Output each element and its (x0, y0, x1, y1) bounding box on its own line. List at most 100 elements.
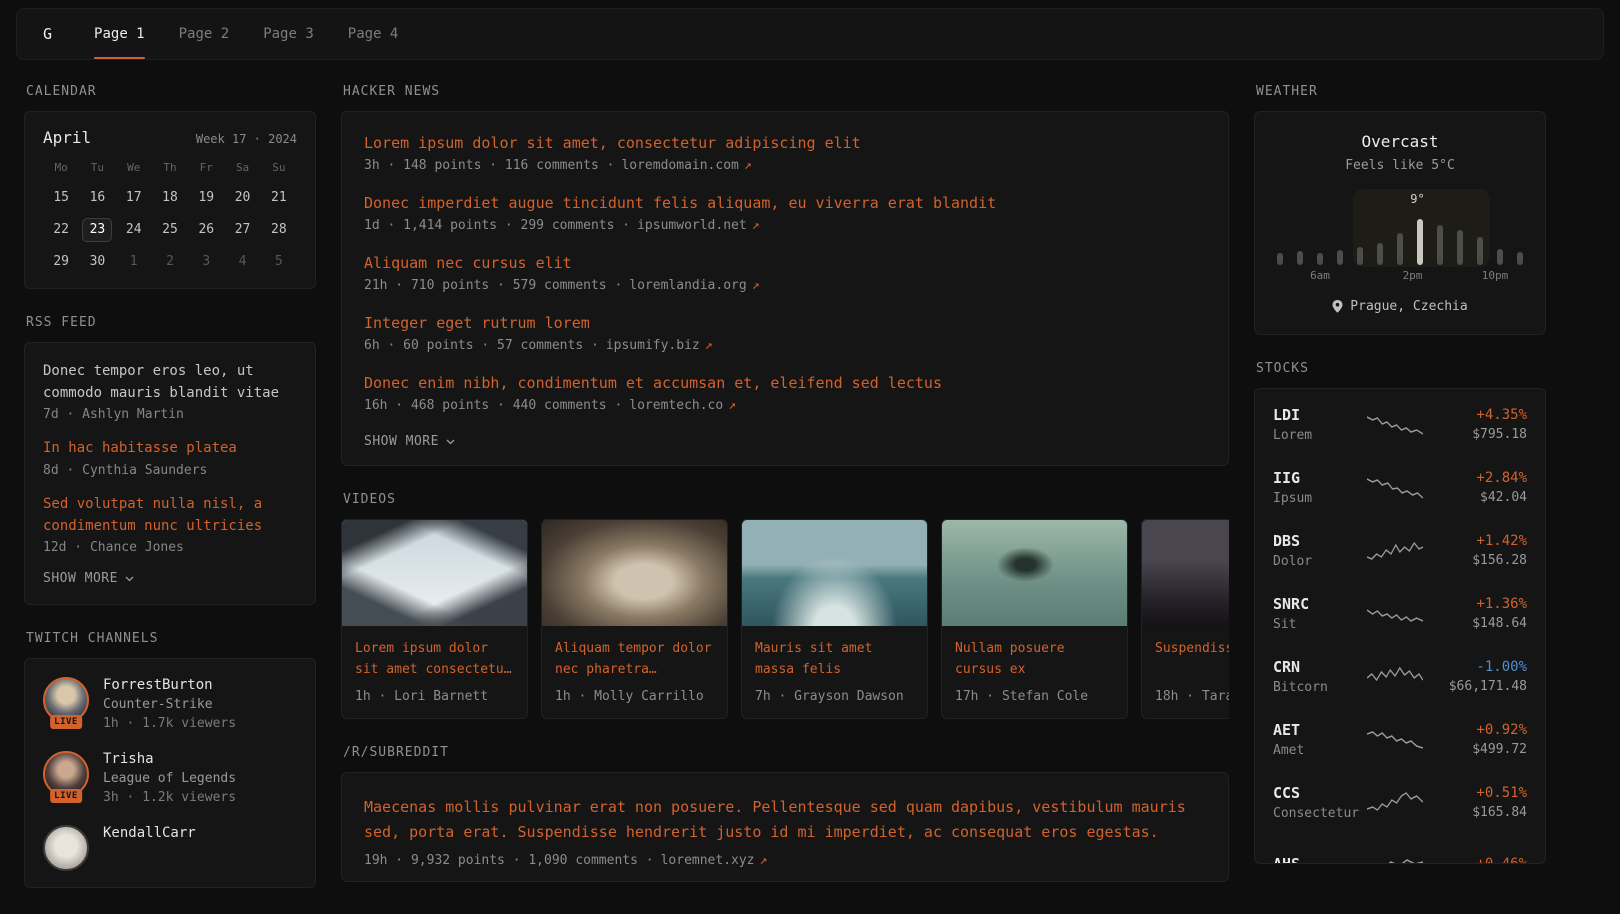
channel-avatar-wrap: LIVE (43, 677, 89, 723)
stock-row[interactable]: AHS +0.46% (1273, 834, 1527, 864)
stock-row[interactable]: CCS Consectetur +0.51% $165.84 (1273, 771, 1527, 834)
weather-time-label: 2pm (1403, 269, 1423, 282)
hackernews-widget: Lorem ipsum dolor sit amet, consectetur … (341, 111, 1229, 466)
rss-item: Sed volutpat nulla nisl, a condimentum n… (43, 494, 297, 555)
dashboard: CALENDAR April Week 17 · 2024 Mo Tu We T… (0, 60, 1620, 914)
external-link-icon: ↗ (752, 218, 760, 233)
channel-avatar-wrap (43, 825, 89, 871)
video-meta: 1h · Molly Carrillo (555, 689, 714, 704)
hn-story-meta: 21h · 710 points · 579 comments ·loremla… (364, 278, 1206, 293)
tab-page-1[interactable]: Page 1 (94, 9, 145, 59)
calendar-header: April Week 17 · 2024 (43, 128, 297, 147)
stock-price: $156.28 (1431, 553, 1527, 568)
stock-sparkline (1367, 663, 1423, 691)
video-card[interactable]: Mauris sit amet massa felis 7h · Grayson… (741, 519, 928, 719)
hn-story-link[interactable]: Lorem ipsum dolor sit amet, consectetur … (364, 134, 1206, 152)
hn-domain-link[interactable]: loremdomain.com↗ (621, 158, 751, 173)
reddit-domain-link[interactable]: loremnet.xyz↗ (661, 853, 768, 868)
calendar-day: 25 (152, 218, 188, 242)
calendar-widget: April Week 17 · 2024 Mo Tu We Th Fr Sa S… (24, 111, 316, 289)
twitch-channel[interactable]: KendallCarr (43, 825, 297, 871)
stock-id: LDI Lorem (1273, 406, 1359, 443)
weather-bar (1477, 237, 1483, 265)
calendar-day-number: 22 (46, 219, 76, 243)
video-card[interactable]: Lorem ipsum dolor sit amet consectetu… 1… (341, 519, 528, 719)
reddit-domain: loremnet.xyz (661, 853, 755, 868)
stock-name: Amet (1273, 743, 1359, 758)
hn-domain: loremlandia.org (629, 278, 746, 293)
calendar-day-number: 25 (155, 219, 185, 243)
stock-ticker: CCS (1273, 784, 1359, 802)
weather-condition: Overcast (1275, 132, 1525, 151)
hn-story-link[interactable]: Aliquam nec cursus elit (364, 254, 1206, 272)
hn-story-link[interactable]: Donec imperdiet augue tincidunt felis al… (364, 194, 1206, 212)
twitch-section: TWITCH CHANNELS LIVE ForrestBurton Count… (24, 631, 316, 888)
stock-row[interactable]: SNRC Sit +1.36% $148.64 (1273, 582, 1527, 645)
left-column: CALENDAR April Week 17 · 2024 Mo Tu We T… (24, 84, 316, 914)
calendar-day-number: 21 (264, 187, 294, 211)
calendar-day-number: 26 (191, 219, 221, 243)
twitch-channel[interactable]: LIVE ForrestBurton Counter-Strike 1h · 1… (43, 677, 297, 731)
rss-show-more-button[interactable]: SHOW MORE (43, 571, 297, 586)
stock-ticker: SNRC (1273, 595, 1359, 613)
section-title-videos: VIDEOS (343, 492, 1227, 507)
weather-bar (1337, 250, 1343, 265)
video-thumbnail (542, 520, 727, 626)
stock-row[interactable]: CRN Bitcorn -1.00% $66,171.48 (1273, 645, 1527, 708)
calendar-day-number: 19 (191, 187, 221, 211)
weather-chart: 9° 6am 2pm 10pm (1275, 191, 1525, 283)
hn-story-link[interactable]: Integer eget rutrum lorem (364, 314, 1206, 332)
stocks-section: STOCKS LDI Lorem +4.35% $795.18 IIG (1254, 361, 1546, 864)
video-card[interactable]: Aliquam tempor dolor nec pharetra… 1h · … (541, 519, 728, 719)
rss-item: In hac habitasse platea 8d · Cynthia Sau… (43, 438, 297, 478)
twitch-widget: LIVE ForrestBurton Counter-Strike 1h · 1… (24, 658, 316, 888)
stock-row[interactable]: AET Amet +0.92% $499.72 (1273, 708, 1527, 771)
tab-page-4[interactable]: Page 4 (348, 9, 399, 59)
video-card[interactable]: Suspendisse diam 18h · Tara (1141, 519, 1229, 719)
hn-domain: ipsumify.biz (606, 338, 700, 353)
calendar-day-number: 3 (191, 251, 221, 275)
rss-item-link[interactable]: Donec tempor eros leo, ut commodo mauris… (43, 361, 297, 404)
hn-story-meta: 6h · 60 points · 57 comments ·ipsumify.b… (364, 338, 1206, 353)
video-thumbnail (742, 520, 927, 626)
stock-values: +1.36% $148.64 (1431, 596, 1527, 631)
tab-page-2[interactable]: Page 2 (179, 9, 230, 59)
video-card[interactable]: Nullam posuere cursus ex 17h · Stefan Co… (941, 519, 1128, 719)
weather-bar (1377, 243, 1383, 265)
weather-time-axis: 6am 2pm 10pm (1275, 269, 1525, 283)
stock-change: +1.36% (1431, 596, 1527, 612)
stock-row[interactable]: LDI Lorem +4.35% $795.18 (1273, 393, 1527, 456)
rss-item-link[interactable]: Sed volutpat nulla nisl, a condimentum n… (43, 494, 297, 537)
twitch-channel[interactable]: LIVE Trisha League of Legends 3h · 1.2k … (43, 751, 297, 805)
tab-page-3[interactable]: Page 3 (263, 9, 314, 59)
hn-story: Integer eget rutrum lorem 6h · 60 points… (364, 314, 1206, 353)
calendar-day-number: 16 (82, 187, 112, 211)
stock-sparkline (1367, 852, 1423, 865)
subreddit-widget: Maecenas mollis pulvinar erat non posuer… (341, 772, 1229, 882)
rss-item-link[interactable]: In hac habitasse platea (43, 438, 297, 460)
channel-viewers: 3h · 1.2k viewers (103, 790, 236, 805)
stock-row[interactable]: IIG Ipsum +2.84% $42.04 (1273, 456, 1527, 519)
reddit-post-link[interactable]: Maecenas mollis pulvinar erat non posuer… (364, 795, 1206, 845)
hn-domain-link[interactable]: loremtech.co↗ (629, 398, 736, 413)
weather-time-label: 6am (1310, 269, 1330, 282)
stock-row[interactable]: DBS Dolor +1.42% $156.28 (1273, 519, 1527, 582)
rss-item: Donec tempor eros leo, ut commodo mauris… (43, 361, 297, 422)
hn-domain-link[interactable]: ipsumify.biz↗ (606, 338, 713, 353)
app-logo[interactable]: G (35, 9, 60, 59)
videos-section: VIDEOS Lorem ipsum dolor sit amet consec… (341, 492, 1229, 719)
calendar-day-number: 15 (46, 187, 76, 211)
weather-bar (1457, 230, 1463, 265)
calendar-day-number: 17 (119, 187, 149, 211)
calendar-day: 20 (224, 186, 260, 210)
hn-domain-link[interactable]: loremlandia.org↗ (629, 278, 759, 293)
stock-id: AET Amet (1273, 721, 1359, 758)
right-column: WEATHER Overcast Feels like 5°C 9° 6am 2… (1254, 84, 1546, 890)
calendar-day: 19 (188, 186, 224, 210)
calendar-day-today: 23 (79, 218, 115, 242)
rss-widget: Donec tempor eros leo, ut commodo mauris… (24, 342, 316, 605)
calendar-day-next-month: 4 (224, 250, 260, 274)
hn-show-more-button[interactable]: SHOW MORE (364, 434, 1206, 449)
hn-domain-link[interactable]: ipsumworld.net↗ (637, 218, 759, 233)
hn-story-link[interactable]: Donec enim nibh, condimentum et accumsan… (364, 374, 1206, 392)
